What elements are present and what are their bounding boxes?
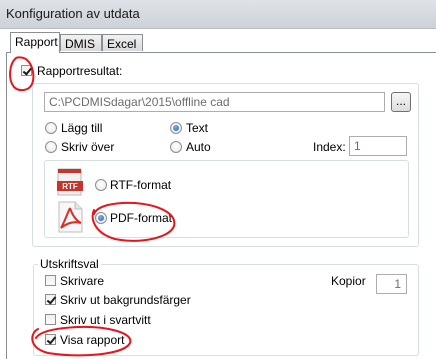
tab-rapport[interactable]: Rapport bbox=[10, 32, 60, 53]
overwrite-label: Skriv över bbox=[61, 140, 115, 154]
overwrite-radio[interactable] bbox=[45, 141, 57, 153]
background-colors-checkbox[interactable] bbox=[45, 294, 56, 305]
auto-label: Auto bbox=[186, 140, 211, 154]
format-group bbox=[44, 160, 409, 238]
rtf-format-radio[interactable] bbox=[95, 179, 107, 191]
auto-radio[interactable] bbox=[170, 141, 182, 153]
tab-excel[interactable]: Excel bbox=[102, 34, 143, 51]
report-results-label: Rapportresultat: bbox=[37, 64, 123, 78]
append-label: Lägg till bbox=[61, 121, 103, 135]
rtf-format-label: RTF-format bbox=[110, 178, 172, 192]
append-radio[interactable] bbox=[45, 122, 57, 134]
black-white-label: Skriv ut i svartvitt bbox=[60, 313, 151, 327]
tab-dmis[interactable]: DMIS bbox=[60, 34, 102, 51]
show-report-checkbox[interactable] bbox=[45, 334, 56, 345]
pdf-format-label: PDF-format bbox=[110, 211, 173, 225]
pdf-file-icon bbox=[56, 201, 84, 233]
rtf-icon-text: RTF bbox=[62, 182, 78, 191]
title-bar: Konfiguration av utdata bbox=[0, 0, 436, 29]
print-options-label: Utskriftsval bbox=[38, 257, 101, 271]
report-results-checkbox[interactable] bbox=[21, 65, 32, 76]
browse-button[interactable]: ... bbox=[391, 92, 411, 112]
background-colors-label: Skriv ut bakgrundsfärger bbox=[60, 293, 191, 307]
printer-label: Skrivare bbox=[60, 274, 105, 288]
copies-label: Kopior bbox=[331, 274, 366, 288]
rtf-file-icon: RTF bbox=[56, 168, 84, 196]
printer-checkbox[interactable] bbox=[45, 275, 56, 286]
show-report-label: Visa rapport bbox=[60, 333, 125, 347]
output-path-field[interactable]: C:\PCDMISdagar\2015\offline cad bbox=[44, 92, 385, 112]
index-label: Index: bbox=[313, 140, 346, 154]
copies-field[interactable]: 1 bbox=[376, 274, 407, 294]
window-title: Konfiguration av utdata bbox=[6, 6, 140, 21]
pdf-format-radio[interactable] bbox=[95, 212, 107, 224]
text-label: Text bbox=[186, 121, 209, 135]
black-white-checkbox[interactable] bbox=[45, 314, 56, 325]
text-radio[interactable] bbox=[170, 122, 182, 134]
index-field[interactable]: 1 bbox=[349, 136, 407, 156]
